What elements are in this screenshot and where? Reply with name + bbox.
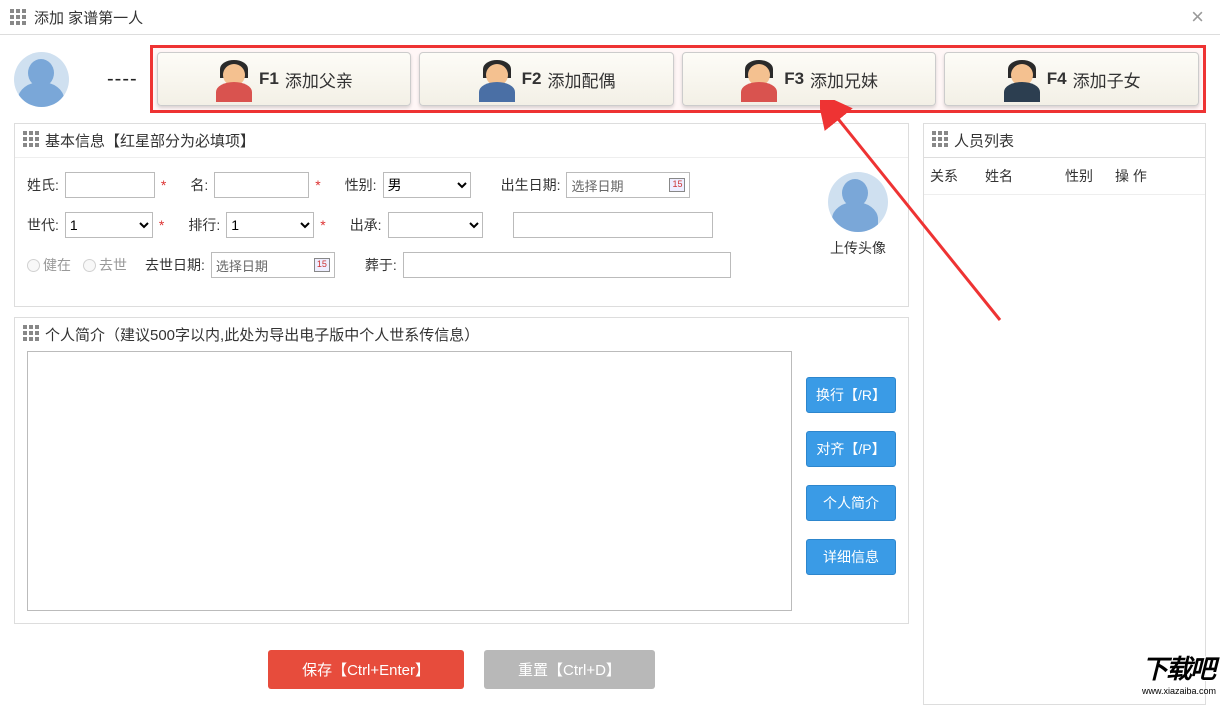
- grid-icon: [932, 131, 948, 151]
- col-relation: 关系: [924, 158, 979, 194]
- required-marker: *: [315, 177, 320, 193]
- align-button[interactable]: 对齐【/P】: [806, 431, 896, 467]
- bio-textarea[interactable]: [27, 351, 792, 611]
- list-header-row: 关系 姓名 性别 操 作: [924, 158, 1205, 195]
- gender-select[interactable]: 男: [383, 172, 471, 198]
- given-input[interactable]: [214, 172, 309, 198]
- burial-label: 葬于:: [365, 255, 397, 275]
- add-father-button[interactable]: F1 添加父亲: [157, 52, 412, 106]
- chucheng-select[interactable]: [388, 212, 483, 238]
- bio-title: 个人简介（建议500字以内,此处为导出电子版中个人世系传信息）: [45, 324, 479, 345]
- title-bar: 添加 家谱第一人 ×: [0, 0, 1220, 35]
- basic-info-panel: 基本信息【红星部分为必填项】 姓氏: * 名: * 性别: 男 出生日期: 选择…: [14, 123, 909, 307]
- current-person-name: ----: [107, 68, 138, 91]
- reset-button[interactable]: 重置【Ctrl+D】: [484, 650, 655, 689]
- bio-panel: 个人简介（建议500字以内,此处为导出电子版中个人世系传信息） 换行【/R】 对…: [14, 317, 909, 624]
- current-person-avatar: [14, 52, 69, 107]
- person-list-title: 人员列表: [954, 130, 1014, 151]
- alive-radio[interactable]: 健在: [27, 255, 71, 275]
- calendar-icon: 15: [314, 258, 330, 272]
- window-title: 添加 家谱第一人: [34, 7, 1185, 28]
- burial-input[interactable]: [403, 252, 731, 278]
- wrap-button[interactable]: 换行【/R】: [806, 377, 896, 413]
- add-sibling-button[interactable]: F3 添加兄妹: [682, 52, 937, 106]
- chucheng-label: 出承:: [350, 215, 382, 235]
- upload-avatar-area[interactable]: 上传头像: [828, 172, 888, 258]
- gender-label: 性别:: [345, 175, 377, 195]
- calendar-icon: 15: [669, 178, 685, 192]
- grid-icon: [23, 131, 39, 151]
- app-icon: [10, 9, 26, 25]
- watermark: 下载吧 www.xiazaiba.com: [1142, 649, 1216, 696]
- deceased-radio[interactable]: 去世: [83, 255, 127, 275]
- grid-icon: [23, 325, 39, 345]
- death-date-input[interactable]: 选择日期 15: [211, 252, 335, 278]
- add-spouse-button[interactable]: F2 添加配偶: [419, 52, 674, 106]
- col-gender: 性别: [1059, 158, 1109, 194]
- chucheng-extra-input[interactable]: [513, 212, 713, 238]
- generation-label: 世代:: [27, 215, 59, 235]
- birth-label: 出生日期:: [501, 175, 561, 195]
- required-marker: *: [320, 217, 325, 233]
- surname-input[interactable]: [65, 172, 155, 198]
- generation-select[interactable]: 1: [65, 212, 153, 238]
- death-date-label: 去世日期:: [145, 255, 205, 275]
- surname-label: 姓氏:: [27, 175, 59, 195]
- required-marker: *: [159, 217, 164, 233]
- col-name: 姓名: [979, 158, 1059, 194]
- family-action-strip: F1 添加父亲 F2 添加配偶 F3 添加兄妹 F4 添加子女: [150, 45, 1206, 113]
- col-operate: 操 作: [1109, 158, 1205, 194]
- footer-buttons: 保存【Ctrl+Enter】 重置【Ctrl+D】: [14, 634, 909, 705]
- basic-info-title: 基本信息【红星部分为必填项】: [45, 130, 255, 151]
- save-button[interactable]: 保存【Ctrl+Enter】: [268, 650, 464, 689]
- bio-button[interactable]: 个人简介: [806, 485, 896, 521]
- top-row: ---- F1 添加父亲 F2 添加配偶 F3 添加兄妹 F4 添加子女: [0, 35, 1220, 123]
- rank-select[interactable]: 1: [226, 212, 314, 238]
- given-label: 名:: [190, 175, 208, 195]
- add-child-button[interactable]: F4 添加子女: [944, 52, 1199, 106]
- birth-date-input[interactable]: 选择日期 15: [566, 172, 690, 198]
- person-list-panel: 人员列表 关系 姓名 性别 操 作: [923, 123, 1206, 705]
- detail-button[interactable]: 详细信息: [806, 539, 896, 575]
- close-button[interactable]: ×: [1185, 4, 1210, 30]
- required-marker: *: [161, 177, 166, 193]
- rank-label: 排行:: [188, 215, 220, 235]
